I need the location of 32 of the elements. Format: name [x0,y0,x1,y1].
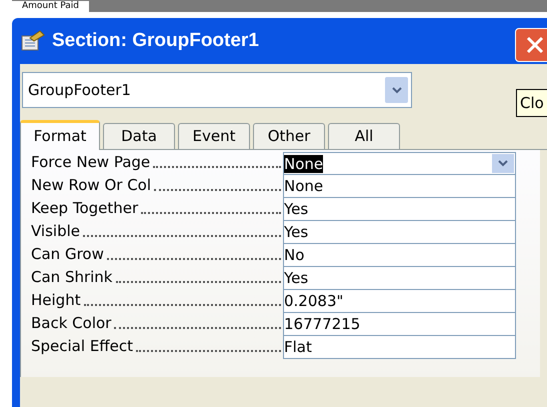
properties-sheet-icon [20,30,46,52]
window-title: Section: GroupFooter1 [52,28,259,53]
property-label: Force New Page [31,154,150,171]
property-value[interactable]: 16777215 [283,313,516,336]
property-value[interactable]: Yes [283,198,516,221]
property-label: Special Effect [31,338,133,355]
property-value[interactable]: Yes [283,267,516,290]
field-label: Amount Paid [12,0,89,12]
property-label: Can Grow [31,246,104,263]
object-select[interactable]: GroupFooter1 [22,72,412,108]
property-value[interactable]: Flat [283,336,516,359]
tab[interactable]: Data [103,123,175,149]
property-label: Back Color [31,315,112,332]
property-label: Can Shrink [31,269,112,286]
tab[interactable]: All [328,123,400,149]
property-value[interactable]: None [283,175,516,198]
tab[interactable]: Other [253,123,325,149]
property-value[interactable]: None [283,152,516,175]
property-label: New Row Or Col [31,177,152,194]
close-icon [526,36,544,54]
tooltip: Clo [516,89,547,117]
property-value[interactable]: 0.2083" [283,290,516,313]
chevron-down-icon [392,86,402,94]
property-label: Visible [31,223,80,240]
property-value[interactable]: Yes [283,221,516,244]
property-value[interactable]: No [283,244,516,267]
chevron-down-icon [498,160,508,167]
tab[interactable]: Format [20,120,100,150]
tab[interactable]: Event [178,123,250,149]
property-label: Height [31,292,81,309]
property-label: Keep Together [31,200,138,217]
close-button[interactable] [515,28,547,62]
